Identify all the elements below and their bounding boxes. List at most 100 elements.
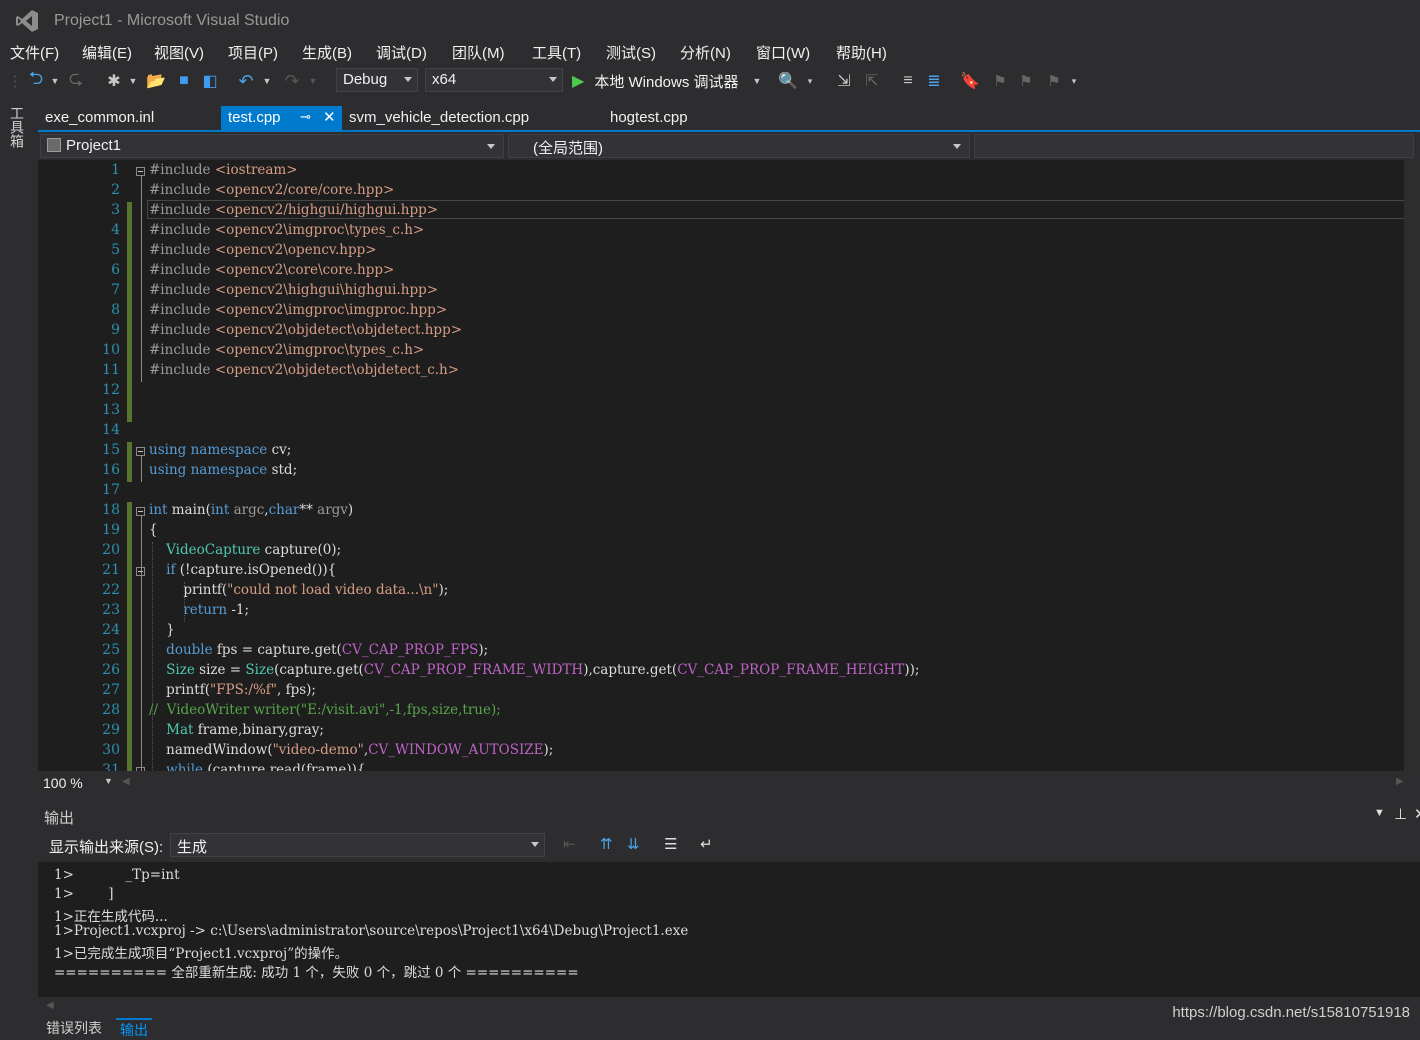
tab-exe-common[interactable]: exe_common.inl: [38, 106, 216, 132]
line-number: 27: [102, 682, 120, 698]
save-icon[interactable]: ■: [174, 69, 194, 93]
bookmark-icon[interactable]: 🔖: [960, 69, 980, 93]
toolbar-overflow-icon[interactable]: ▾: [804, 69, 816, 93]
solution-configuration-select[interactable]: Debug: [336, 68, 418, 92]
comment-lines-icon[interactable]: ≡: [898, 69, 918, 93]
line-number: 20: [102, 542, 120, 558]
code-token: (!capture.isOpened()){: [175, 562, 337, 578]
pin-icon[interactable]: ⊸: [300, 109, 311, 125]
tab-test-cpp[interactable]: test.cpp ⊸ ✕: [221, 106, 342, 132]
output-source-select[interactable]: 生成: [170, 833, 545, 857]
menu-item[interactable]: 编辑(E): [82, 42, 132, 63]
line-number: 21: [102, 562, 120, 578]
collapse-icon[interactable]: [136, 447, 145, 456]
back-dropdown-icon[interactable]: ▼: [50, 69, 60, 93]
collapse-icon[interactable]: [136, 567, 145, 576]
start-debugging-button[interactable]: ▶ 本地 Windows 调试器: [572, 69, 744, 93]
menu-item[interactable]: 文件(F): [10, 42, 59, 63]
collapse-icon[interactable]: [136, 507, 145, 516]
toolbar-overflow-icon[interactable]: ▾: [1068, 69, 1080, 93]
next-bookmark-icon[interactable]: ⚑: [1016, 69, 1036, 93]
tab-svm-vehicle-detection[interactable]: svm_vehicle_detection.cpp: [342, 106, 552, 132]
new-project-icon[interactable]: ✱: [104, 69, 124, 93]
scope-select[interactable]: (全局范围): [508, 134, 970, 158]
code-editor[interactable]: 1 2 3 4 5 6 7 8 9 10 11 12 13 14 15 16 17 18 19 20 21 22 23 24 2…: [38, 160, 1412, 771]
output-text-area[interactable]: 1> _Tp=int 1> ] 1>正在生成代码... 1>Project1.vcxp…: [38, 862, 1420, 997]
menu-item[interactable]: 工具(T): [532, 42, 581, 63]
line-number: 11: [102, 362, 120, 378]
scroll-right-icon[interactable]: ▶: [1396, 776, 1404, 787]
menu-item[interactable]: 视图(V): [154, 42, 204, 63]
code-token: );: [438, 582, 449, 598]
tab-label: svm_vehicle_detection.cpp: [349, 109, 530, 126]
menu-item[interactable]: 团队(M): [452, 42, 505, 63]
line-number: 22: [102, 582, 120, 598]
tab-label: 输出: [120, 1022, 148, 1038]
go-to-previous-message-icon[interactable]: ⇤: [563, 835, 576, 853]
close-icon[interactable]: ✕: [1414, 805, 1420, 823]
menu-item[interactable]: 分析(N): [680, 42, 731, 63]
scroll-left-icon[interactable]: ◀: [46, 1000, 54, 1011]
code-token: <opencv2\objdetect\objdetect_c.h>: [214, 362, 460, 378]
line-number: 25: [102, 642, 120, 658]
tab-error-list[interactable]: 错误列表: [42, 1018, 106, 1038]
previous-bookmark-icon[interactable]: ⚑: [990, 69, 1010, 93]
editor-zoom-bar: 100 % ▼ ◀ ▶: [38, 772, 1420, 794]
navigation-bar: Project1 (全局范围): [38, 134, 1420, 158]
project-select[interactable]: Project1: [40, 134, 504, 158]
step-over-icon[interactable]: ⇱: [862, 69, 882, 93]
code-token: #include: [149, 242, 215, 258]
toggle-word-wrap-icon[interactable]: ↵: [700, 835, 713, 853]
save-all-icon[interactable]: ◧: [200, 69, 220, 93]
menu-item[interactable]: 窗口(W): [756, 42, 810, 63]
undo-dropdown-icon[interactable]: ▼: [262, 69, 272, 93]
code-token: #include: [149, 182, 215, 198]
find-next-message-icon[interactable]: ⇊: [627, 835, 640, 853]
collapse-icon[interactable]: [136, 167, 145, 176]
undo-icon[interactable]: ↶: [236, 69, 256, 93]
clear-bookmarks-icon[interactable]: ⚑: [1044, 69, 1064, 93]
line-number: 26: [102, 662, 120, 678]
open-file-icon[interactable]: 📂: [146, 69, 166, 93]
collapse-icon[interactable]: [136, 767, 145, 771]
tab-hogtest[interactable]: hogtest.cpp: [603, 106, 723, 132]
solution-platform-select[interactable]: x64: [425, 68, 563, 92]
vertical-scrollbar[interactable]: [1404, 160, 1412, 771]
code-token: <opencv2\imgproc\imgproc.hpp>: [214, 302, 448, 318]
toolbox-tab[interactable]: 工具箱: [9, 106, 27, 148]
menu-item[interactable]: 帮助(H): [836, 42, 887, 63]
step-into-icon[interactable]: ⇲: [834, 69, 854, 93]
tab-output[interactable]: 输出: [116, 1018, 152, 1040]
debugger-dropdown-icon[interactable]: ▼: [752, 69, 762, 93]
pin-icon[interactable]: ⊥: [1394, 805, 1407, 823]
menu-item[interactable]: 生成(B): [302, 42, 352, 63]
output-panel-title: 输出: [44, 810, 75, 827]
zoom-select[interactable]: 100 % ▼: [38, 772, 116, 794]
close-icon[interactable]: ✕: [323, 108, 336, 126]
code-token: cv;: [267, 442, 292, 458]
uncomment-lines-icon[interactable]: ≣: [924, 69, 944, 93]
clear-all-icon[interactable]: ☰: [664, 835, 677, 853]
find-in-files-icon[interactable]: 🔍: [778, 69, 798, 93]
redo-dropdown-icon[interactable]: ▼: [308, 69, 318, 93]
member-select[interactable]: [974, 134, 1414, 158]
forward-icon[interactable]: ⮎: [66, 68, 86, 93]
redo-icon[interactable]: ↷: [282, 69, 302, 93]
panel-menu-icon[interactable]: ▼: [1374, 807, 1385, 819]
code-token: ),capture.get(: [583, 662, 678, 678]
code-line: if (!capture.isOpened()){: [149, 562, 336, 578]
scroll-left-icon[interactable]: ◀: [122, 776, 130, 787]
code-token: #include: [149, 342, 215, 358]
output-line: ========== 全部重新生成: 成功 1 个，失败 0 个，跳过 0 个 …: [54, 965, 579, 981]
new-dropdown-icon[interactable]: ▼: [128, 69, 138, 93]
tab-label: test.cpp: [228, 109, 281, 126]
menu-item[interactable]: 测试(S): [606, 42, 656, 63]
menu-item[interactable]: 项目(P): [228, 42, 278, 63]
output-line: 1>Project1.vcxproj -> c:\Users\administr…: [54, 923, 689, 940]
menu-item[interactable]: 调试(D): [376, 42, 427, 63]
code-token: {: [149, 522, 158, 538]
code-line: namedWindow("video-demo",CV_WINDOW_AUTOS…: [149, 742, 553, 758]
menu-bar: 文件(F) 编辑(E) 视图(V) 项目(P) 生成(B) 调试(D) 团队(M) 工具(T)…: [0, 40, 1420, 64]
find-previous-message-icon[interactable]: ⇈: [600, 835, 613, 853]
back-icon[interactable]: ⮌: [26, 68, 46, 93]
